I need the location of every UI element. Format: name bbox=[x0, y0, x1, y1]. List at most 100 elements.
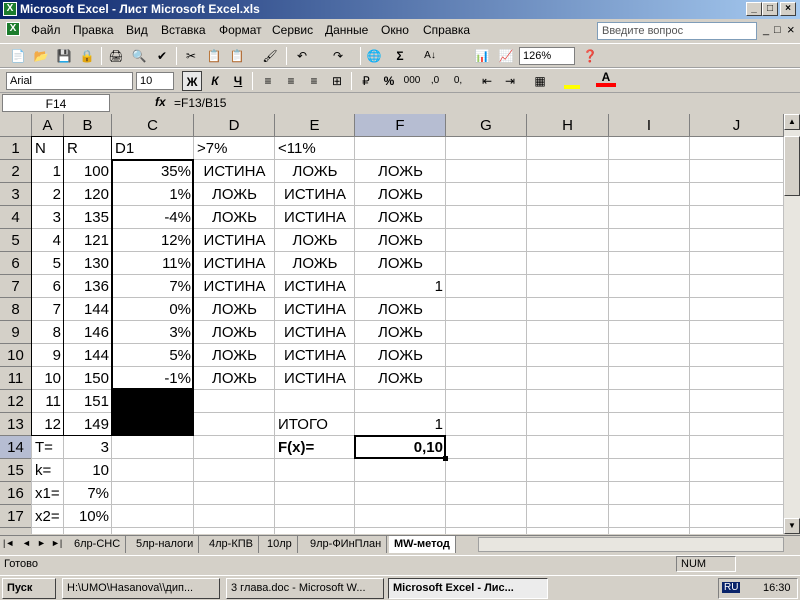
column-header[interactable]: I bbox=[609, 114, 690, 137]
cell[interactable]: ИСТИНА bbox=[275, 275, 355, 298]
bold-button[interactable]: Ж bbox=[182, 71, 202, 91]
chart-wizard-icon[interactable]: 📊 bbox=[472, 46, 492, 66]
scroll-up-icon[interactable]: ▲ bbox=[784, 114, 800, 130]
column-header[interactable]: D bbox=[194, 114, 275, 137]
cell[interactable]: ЛОЖЬ bbox=[355, 367, 446, 390]
insert-function-icon[interactable]: fx bbox=[155, 95, 166, 109]
help-icon[interactable]: ❓ bbox=[580, 46, 600, 66]
menu-tools[interactable]: Сервис bbox=[272, 23, 313, 37]
row-header[interactable]: 15 bbox=[0, 459, 32, 482]
menu-view[interactable]: Вид bbox=[126, 23, 148, 37]
row-header[interactable]: 5 bbox=[0, 229, 32, 252]
excel-app-icon[interactable]: X bbox=[3, 2, 17, 16]
taskbar-item-excel[interactable]: Microsoft Excel - Лис... bbox=[388, 578, 548, 599]
cell[interactable]: ЛОЖЬ bbox=[275, 229, 355, 252]
row-header[interactable]: 8 bbox=[0, 298, 32, 321]
cell[interactable]: ЛОЖЬ bbox=[194, 321, 275, 344]
menu-format[interactable]: Формат bbox=[219, 23, 262, 37]
cell[interactable]: ИСТИНА bbox=[275, 344, 355, 367]
zoom-select[interactable]: 126% bbox=[519, 47, 575, 65]
cell[interactable]: ИСТИНА bbox=[275, 321, 355, 344]
column-header[interactable]: J bbox=[690, 114, 784, 137]
column-header[interactable]: C bbox=[112, 114, 194, 137]
language-indicator[interactable]: RU bbox=[722, 582, 741, 593]
menu-data[interactable]: Данные bbox=[325, 23, 368, 37]
minimize-button[interactable]: _ bbox=[746, 2, 762, 16]
cell[interactable]: T= bbox=[32, 436, 64, 459]
cell[interactable]: <11% bbox=[275, 137, 355, 160]
cell[interactable]: ЛОЖЬ bbox=[355, 321, 446, 344]
select-all-corner[interactable] bbox=[0, 114, 32, 137]
cell[interactable]: 10 bbox=[64, 459, 112, 482]
start-button[interactable]: Пуск bbox=[2, 578, 56, 599]
menu-window[interactable]: Окно bbox=[381, 23, 409, 37]
cell[interactable]: ЛОЖЬ bbox=[194, 367, 275, 390]
currency-icon[interactable]: ₽ bbox=[356, 71, 376, 91]
row-header[interactable]: 17 bbox=[0, 505, 32, 528]
cell[interactable]: 10% bbox=[64, 505, 112, 528]
fill-handle[interactable] bbox=[443, 456, 448, 461]
taskbar-item-explorer[interactable]: H:\UMO\Hasanova\\дип... bbox=[62, 578, 220, 599]
tab-active-sheet[interactable]: MW-метод bbox=[389, 536, 456, 553]
font-color-icon[interactable]: A bbox=[596, 69, 616, 87]
spelling-icon[interactable]: ✔ bbox=[152, 46, 172, 66]
column-header[interactable]: E bbox=[275, 114, 355, 137]
tab-sheet[interactable]: 6лр-СНС bbox=[69, 536, 127, 553]
redo-icon[interactable]: ↷ bbox=[328, 46, 348, 66]
menu-insert[interactable]: Вставка bbox=[161, 23, 206, 37]
cell[interactable]: k= bbox=[32, 459, 64, 482]
align-left-icon[interactable]: ≡ bbox=[258, 71, 278, 91]
cell[interactable]: ЛОЖЬ bbox=[194, 298, 275, 321]
row-header[interactable]: 3 bbox=[0, 183, 32, 206]
workbook-icon[interactable]: X bbox=[6, 22, 20, 36]
row-header[interactable]: 13 bbox=[0, 413, 32, 436]
autosum-icon[interactable]: Σ bbox=[390, 46, 410, 66]
row-header[interactable]: 16 bbox=[0, 482, 32, 505]
percent-button[interactable]: % bbox=[379, 71, 399, 91]
spreadsheet-grid[interactable]: ABCDEFGHIJ123456789101112131415161718NRD… bbox=[0, 114, 784, 534]
row-header[interactable]: 2 bbox=[0, 160, 32, 183]
cell[interactable]: ИСТИНА bbox=[275, 206, 355, 229]
cell[interactable]: ИСТИНА bbox=[194, 275, 275, 298]
thousands-button[interactable]: 000 bbox=[402, 71, 422, 91]
cell[interactable]: ЛОЖЬ bbox=[355, 298, 446, 321]
row-header[interactable]: 12 bbox=[0, 390, 32, 413]
column-header[interactable]: B bbox=[64, 114, 112, 137]
sort-asc-icon[interactable]: А↓ bbox=[420, 46, 440, 66]
print-icon[interactable]: 🖨 bbox=[106, 46, 126, 66]
cell[interactable]: ЛОЖЬ bbox=[355, 206, 446, 229]
cell[interactable]: ЛОЖЬ bbox=[275, 252, 355, 275]
cell[interactable]: ЛОЖЬ bbox=[355, 344, 446, 367]
cell[interactable]: x1= bbox=[32, 482, 64, 505]
preview-icon[interactable]: 🔍 bbox=[129, 46, 149, 66]
fill-color-icon[interactable] bbox=[564, 73, 580, 89]
doc-maximize-button[interactable]: □ bbox=[774, 24, 781, 36]
cell[interactable]: 1 bbox=[355, 413, 446, 436]
row-header[interactable]: 4 bbox=[0, 206, 32, 229]
vertical-scrollbar[interactable]: ▲ ▼ bbox=[784, 114, 800, 534]
tab-sheet[interactable]: 4лр-КПВ bbox=[204, 536, 259, 553]
font-select[interactable]: Arial bbox=[6, 72, 133, 90]
last-sheet-icon[interactable]: ►| bbox=[51, 538, 62, 548]
cell[interactable]: >7% bbox=[194, 137, 275, 160]
open-icon[interactable]: 📂 bbox=[31, 46, 51, 66]
doc-minimize-button[interactable]: _ bbox=[763, 24, 769, 36]
copy-icon[interactable]: 📋 bbox=[204, 46, 224, 66]
row-header[interactable]: 6 bbox=[0, 252, 32, 275]
cell[interactable]: ИСТИНА bbox=[194, 252, 275, 275]
first-sheet-icon[interactable]: |◄ bbox=[3, 538, 14, 548]
name-box[interactable]: F14 bbox=[2, 94, 110, 112]
cell[interactable]: ЛОЖЬ bbox=[194, 344, 275, 367]
column-header[interactable]: F bbox=[355, 114, 446, 137]
tab-sheet[interactable]: 9лр-ФИнПлан bbox=[305, 536, 388, 553]
merge-center-icon[interactable]: ⊞ bbox=[327, 71, 347, 91]
formula-input[interactable]: =F13/B15 bbox=[174, 96, 226, 110]
row-header[interactable]: 1 bbox=[0, 137, 32, 160]
permission-icon[interactable]: 🔒 bbox=[77, 46, 97, 66]
close-button[interactable]: × bbox=[780, 2, 796, 16]
cell[interactable]: ИСТИНА bbox=[194, 229, 275, 252]
borders-icon[interactable]: ▦ bbox=[530, 71, 550, 91]
column-header[interactable]: H bbox=[527, 114, 609, 137]
tab-sheet[interactable]: 5лр-налоги bbox=[131, 536, 200, 553]
cell[interactable]: ИСТИНА bbox=[275, 183, 355, 206]
